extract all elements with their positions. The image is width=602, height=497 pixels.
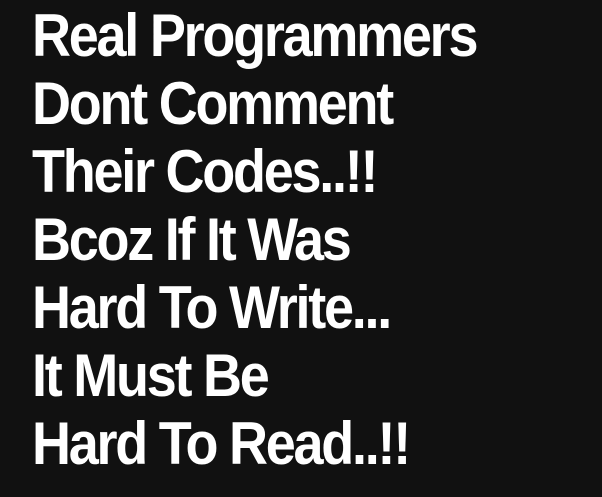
quote-line-3: Their Codes..!!: [32, 138, 379, 205]
quote-line-4: Bcoz If It Was: [32, 206, 352, 273]
quote-poster: Real Programmers Dont Comment Their Code…: [0, 0, 602, 497]
quote-line-6: It Must Be: [32, 342, 270, 409]
quote-line-7: Hard To Read..!!: [32, 410, 411, 477]
quote-line-1: Real Programmers: [32, 2, 478, 69]
quote-line-2: Dont Comment: [32, 70, 394, 137]
quote-line-5: Hard To Write...: [32, 274, 392, 341]
